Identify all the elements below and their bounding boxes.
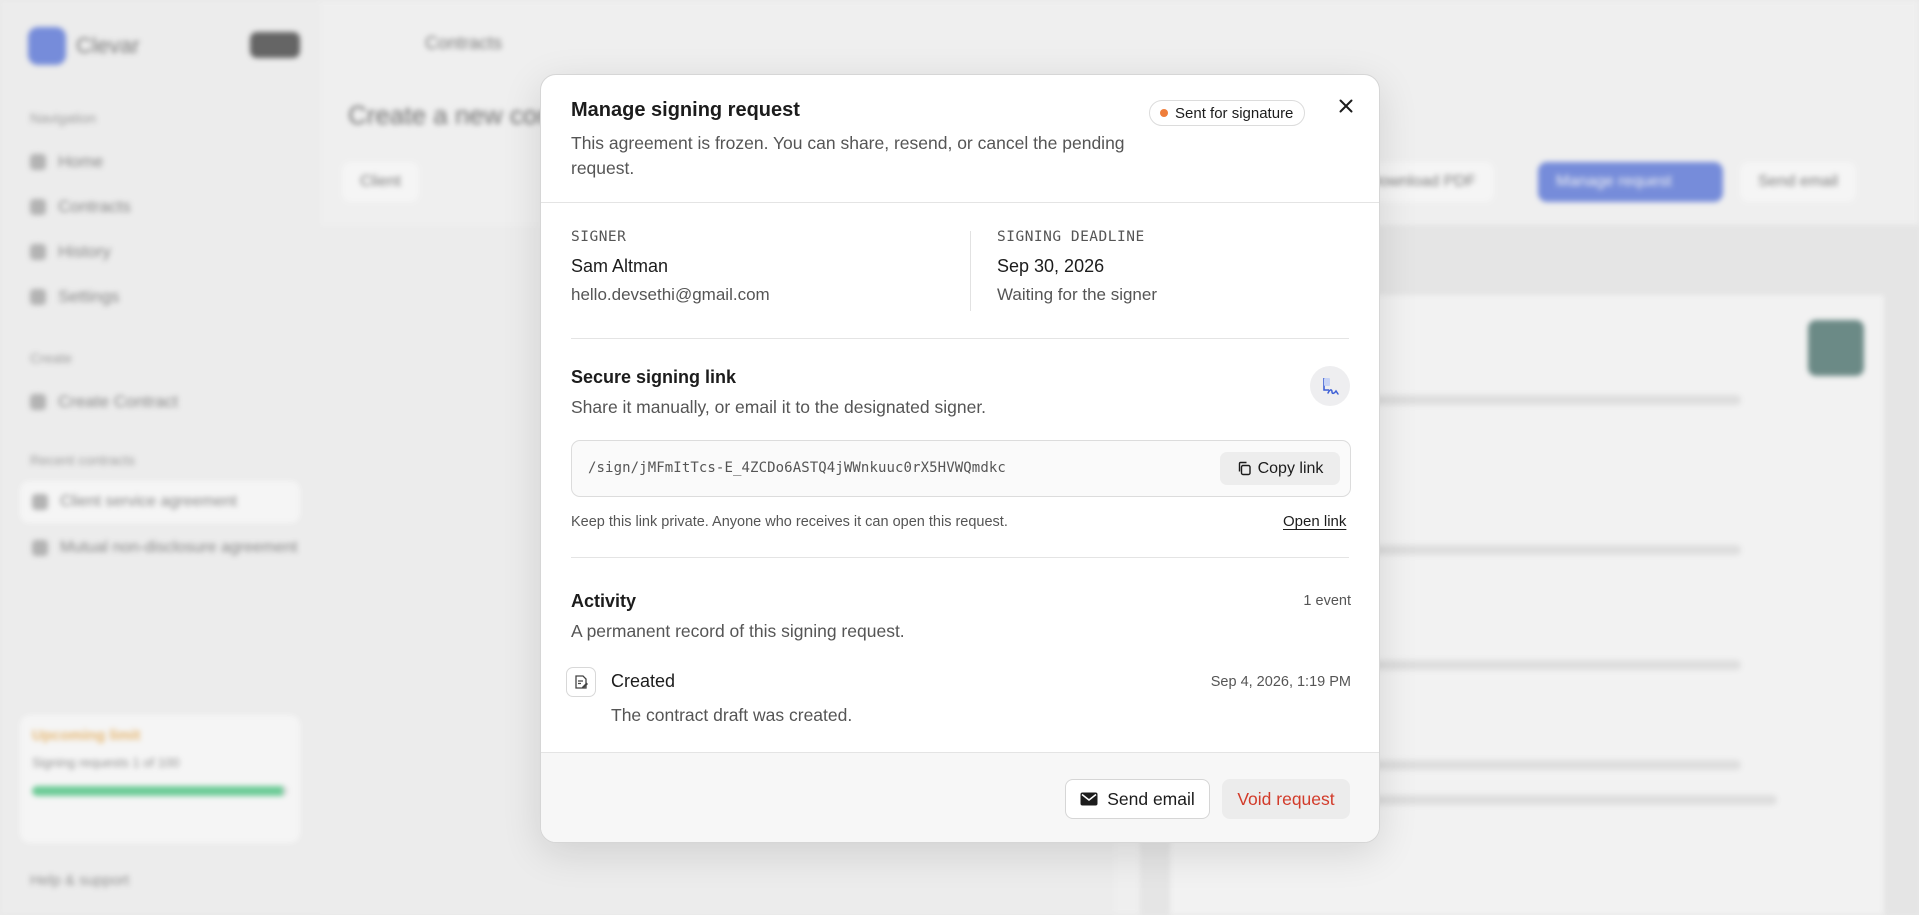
modal-footer: Send email Void request — [541, 752, 1379, 842]
event-time: Sep 4, 2026, 1:19 PM — [1210, 674, 1351, 690]
copy-icon — [1238, 461, 1251, 476]
event-description: The contract draft was created. — [611, 705, 853, 725]
signer-name: Sam Altman — [571, 256, 669, 276]
event-title: Created — [611, 671, 676, 691]
divider — [571, 557, 1349, 558]
close-button[interactable] — [1332, 92, 1360, 120]
modal-header: Manage signing request This agreement is… — [541, 75, 1379, 203]
column-divider — [970, 231, 971, 311]
divider — [571, 338, 1349, 339]
void-request-button[interactable]: Void request — [1222, 779, 1350, 819]
link-privacy-note: Keep this link private. Anyone who recei… — [571, 514, 1008, 530]
modal-title: Manage signing request — [571, 99, 800, 121]
signature-icon — [1310, 366, 1350, 406]
activity-subtitle: A permanent record of this signing reque… — [571, 621, 905, 641]
send-email-button[interactable]: Send email — [1065, 779, 1210, 819]
deadline-column: SIGNING DEADLINE Sep 30, 2026 Waiting fo… — [997, 229, 1351, 305]
activity-title: Activity — [571, 591, 637, 611]
signing-link-title: Secure signing link — [571, 367, 737, 387]
signing-link-box: /sign/jMFmItTcs-E_4ZCDo6ASTQ4jWWnkuuc0rX… — [571, 440, 1351, 497]
signer-label: SIGNER — [571, 229, 627, 245]
copy-link-button[interactable]: Copy link — [1220, 452, 1340, 485]
status-label: Sent for signature — [1175, 104, 1294, 122]
signing-link-url[interactable]: /sign/jMFmItTcs-E_4ZCDo6ASTQ4jWWnkuuc0rX… — [588, 460, 1006, 476]
manage-signing-modal: Manage signing request This agreement is… — [540, 74, 1380, 843]
deadline-date: Sep 30, 2026 — [997, 256, 1105, 276]
status-badge: Sent for signature — [1149, 100, 1306, 126]
deadline-label: SIGNING DEADLINE — [997, 229, 1145, 245]
signer-column: SIGNER Sam Altman hello.devsethi@gmail.c… — [571, 229, 971, 305]
document-edit-icon — [566, 667, 596, 697]
signer-info: SIGNER Sam Altman hello.devsethi@gmail.c… — [571, 229, 1351, 313]
deadline-status: Waiting for the signer — [997, 285, 1157, 304]
signer-email: hello.devsethi@gmail.com — [571, 285, 770, 304]
activity-count: 1 event — [1303, 593, 1351, 609]
status-dot-icon — [1160, 109, 1168, 117]
modal-subtitle: This agreement is frozen. You can share,… — [571, 133, 1125, 178]
signing-link-subtitle: Share it manually, or email it to the de… — [571, 397, 987, 417]
mail-icon — [1080, 792, 1098, 806]
send-email-label: Send email — [1107, 788, 1195, 809]
close-icon — [1339, 99, 1353, 113]
copy-link-label: Copy link — [1257, 459, 1324, 477]
open-link[interactable]: Open link — [1283, 513, 1346, 530]
